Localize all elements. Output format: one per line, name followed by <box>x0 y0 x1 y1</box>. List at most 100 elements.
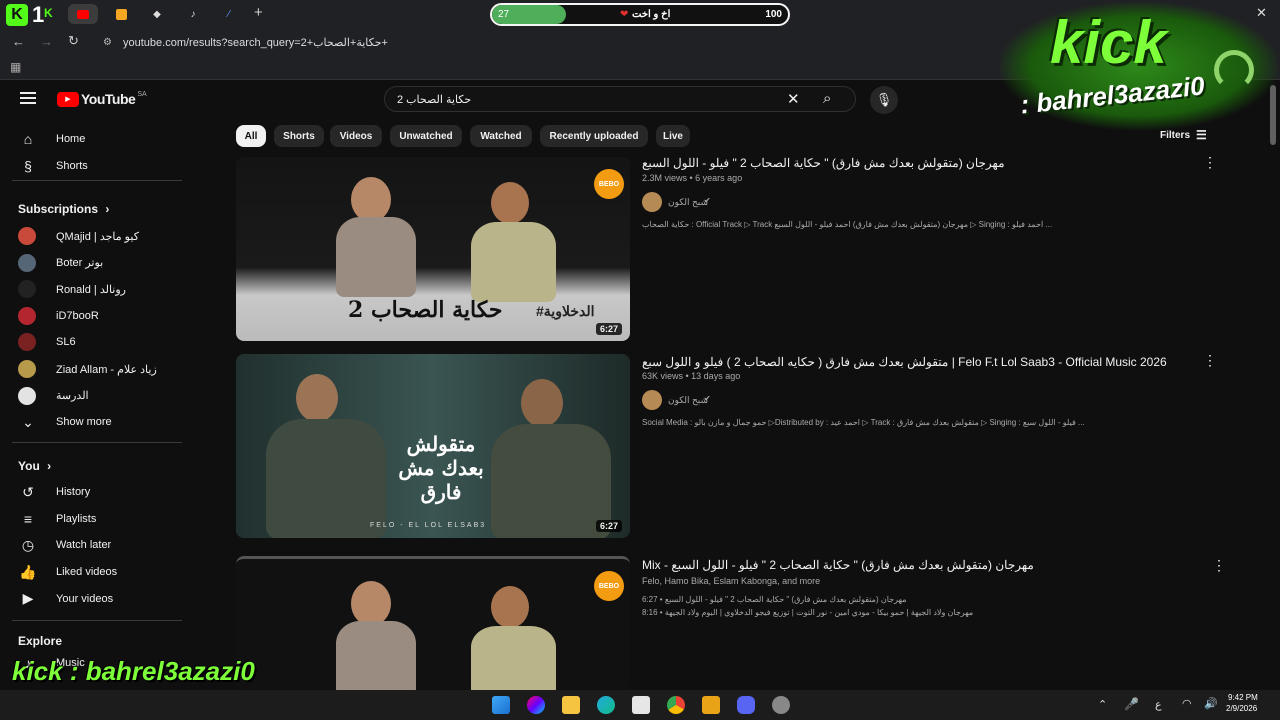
filters-button[interactable]: Filters ☰ <box>1160 128 1207 142</box>
subscription-item[interactable]: Ziad Allam - زياد علام <box>18 358 183 380</box>
video-duration: 6:27 <box>595 323 622 335</box>
heart-icon: ❤ <box>620 9 629 20</box>
video-title-1[interactable]: مهرجان (متقولش بعدك مش فارق) " حكاية الص… <box>642 156 1005 170</box>
chip-all[interactable]: All <box>236 125 266 147</box>
more-actions-icon[interactable]: ⋮ <box>1212 557 1226 574</box>
kick-overlay-text: kick : bahrel3azazi0 <box>12 656 255 686</box>
channel-avatar[interactable] <box>642 192 662 212</box>
file-explorer-icon[interactable] <box>562 696 580 714</box>
video-title-3[interactable]: Mix - مهرجان (متقولش بعدك مش فارق) " حكا… <box>642 558 1034 572</box>
subscription-item[interactable]: iD7booR <box>18 305 183 327</box>
corner-badge: 1 <box>32 2 45 27</box>
progress-left-value: 27 <box>498 9 510 20</box>
chrome-icon[interactable] <box>667 696 685 714</box>
sidebar-item-label: Ziad Allam - زياد علام <box>56 363 157 376</box>
explore-heading: Explore <box>18 634 62 648</box>
tab-2[interactable] <box>106 4 136 24</box>
wifi-icon[interactable]: ◠ <box>1182 697 1192 710</box>
video-title-2[interactable]: متقولش بعدك مش فارق ( حكايه الصحاب 2 ) ف… <box>642 355 1167 369</box>
channel-avatar[interactable] <box>642 390 662 410</box>
sidebar-item-watch-later[interactable]: ◷ Watch later <box>18 534 183 556</box>
address-input[interactable]: ⚙ youtube.com/results?search_query=2+حكا… <box>95 32 1095 53</box>
sidebar-item-label: الدرسة <box>56 390 89 403</box>
subscription-item[interactable]: QMajid | كيو ماجد <box>18 225 183 247</box>
thumbnail-person <box>351 177 391 222</box>
tab-favicon-icon <box>115 8 127 20</box>
more-actions-icon[interactable]: ⋮ <box>1203 352 1217 369</box>
new-tab-button[interactable]: + <box>254 4 263 21</box>
back-icon[interactable]: ← <box>12 34 25 49</box>
sidebar-item-liked-videos[interactable]: 👍 Liked videos <box>18 561 183 583</box>
subscriptions-heading[interactable]: Subscriptions › <box>18 202 109 216</box>
channel-name-1[interactable]: شبح الكون <box>668 197 708 208</box>
tab-5[interactable]: ⁄ <box>214 4 244 24</box>
sidebar-item-label: Home <box>56 133 86 145</box>
language-indicator[interactable]: ع <box>1155 698 1162 711</box>
subscription-item[interactable]: SL6 <box>18 331 183 353</box>
app-icon[interactable] <box>702 696 720 714</box>
chevron-right-icon: › <box>43 459 52 473</box>
apps-grid-icon[interactable]: ▦ <box>10 60 21 74</box>
verified-icon: ✔ <box>704 196 711 205</box>
copilot-icon[interactable] <box>527 696 545 714</box>
subscription-item[interactable]: Ronald | رونالد <box>18 278 183 300</box>
video-desc-1: حكاية الصحاب : Official Track ▷ Track مه… <box>642 220 1053 229</box>
microphone-icon[interactable]: 🎤 <box>1124 697 1139 711</box>
chip-shorts[interactable]: Shorts <box>274 125 324 147</box>
kick-logo-icon: K <box>6 4 28 26</box>
chip-live[interactable]: Live <box>656 125 690 147</box>
tab-youtube[interactable] <box>68 4 98 24</box>
voice-search-icon[interactable]: 🎙 <box>870 86 898 114</box>
history-icon: ↺ <box>22 483 34 500</box>
subscription-item[interactable]: الدرسة <box>18 385 183 407</box>
thumbnail-person <box>471 626 556 690</box>
your-videos-icon: ▶ <box>22 590 34 607</box>
more-actions-icon[interactable]: ⋮ <box>1203 154 1217 171</box>
thumbnail-3[interactable]: BEBO <box>236 556 630 690</box>
thumbnail-2[interactable]: متقولش بعدك مش فارق FELO - EL LOL ELSAB3… <box>236 354 630 538</box>
thumbnail-person <box>336 621 416 690</box>
discord-icon[interactable] <box>737 696 755 714</box>
channel-avatar <box>18 360 36 378</box>
chip-recently-uploaded[interactable]: Recently uploaded <box>540 125 648 147</box>
thumbnail-1[interactable]: حكاية الصحاب 2 #الدخلاوية BEBO 6:27 <box>236 157 630 341</box>
sidebar-item-playlists[interactable]: ≡ Playlists <box>18 508 183 530</box>
search-icon[interactable]: ⌕ <box>823 90 831 107</box>
windows-start-icon[interactable] <box>492 696 510 714</box>
tab-3[interactable]: ◆ <box>142 4 172 24</box>
sidebar-item-your-videos[interactable]: ▶ Your videos <box>18 588 183 610</box>
tab-tiktok[interactable]: ♪ <box>178 4 208 24</box>
site-info-icon[interactable]: ⚙ <box>103 37 112 48</box>
clear-search-icon[interactable]: ✕ <box>787 90 800 108</box>
sidebar-item-shorts[interactable]: § Shorts <box>18 155 183 177</box>
forward-icon[interactable]: → <box>40 34 53 49</box>
chip-watched[interactable]: Watched <box>470 125 532 147</box>
home-icon: ⌂ <box>23 131 33 147</box>
clock-date[interactable]: 2/9/2026 <box>1226 704 1257 713</box>
chip-videos[interactable]: Videos <box>330 125 382 147</box>
reload-icon[interactable]: ↻ <box>68 33 79 49</box>
sidebar-item-home[interactable]: ⌂ Home <box>18 128 183 150</box>
search-input[interactable]: حكاية الصحاب 2 ✕ ⌕ <box>384 86 856 112</box>
tray-chevron-icon[interactable]: ⌃ <box>1098 698 1107 711</box>
channel-name-2[interactable]: شبح الكون <box>668 395 708 406</box>
sidebar-item-label: SL6 <box>56 336 76 349</box>
sidebar-item-history[interactable]: ↺ History <box>18 481 183 503</box>
channel-badge: BEBO <box>594 571 624 601</box>
sidebar-item-label: Playlists <box>56 512 97 525</box>
subscription-item[interactable]: Boter بوتر <box>18 252 183 274</box>
chip-unwatched[interactable]: Unwatched <box>390 125 462 147</box>
show-more-button[interactable]: ⌄ Show more <box>18 411 183 433</box>
channel-avatar <box>18 253 36 272</box>
sidebar-item-label: Ronald | رونالد <box>56 283 126 296</box>
clock-time[interactable]: 9:42 PM <box>1228 693 1258 702</box>
like-icon: 👍 <box>19 563 37 580</box>
store-icon[interactable] <box>632 696 650 714</box>
settings-icon[interactable] <box>772 696 790 714</box>
kick-overlay-logo: kick : bahrel3azazi0 <box>1000 2 1278 130</box>
video-duration: 6:27 <box>595 520 622 532</box>
edge-icon[interactable] <box>597 696 615 714</box>
channel-avatar <box>18 306 36 325</box>
volume-icon[interactable]: 🔊 <box>1204 697 1218 710</box>
you-heading[interactable]: You › <box>18 459 51 473</box>
